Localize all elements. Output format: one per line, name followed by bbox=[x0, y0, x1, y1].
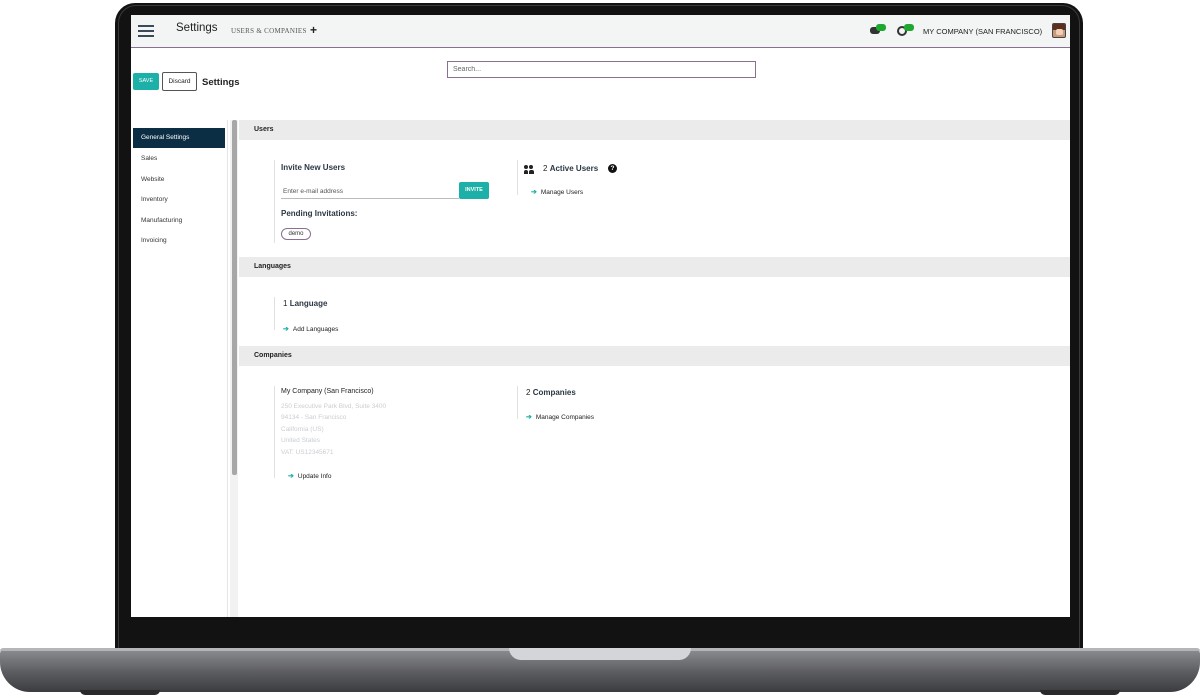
sidebar-item-website[interactable]: Website bbox=[133, 170, 225, 190]
discard-button[interactable]: Discard bbox=[162, 72, 197, 91]
invite-title: Invite New Users bbox=[281, 163, 346, 172]
divider bbox=[274, 160, 275, 243]
update-info-link[interactable]: ➔ Update Info bbox=[288, 465, 331, 483]
add-languages-link[interactable]: ➔ Add Languages bbox=[283, 318, 338, 336]
menu-users-companies[interactable]: USERS & COMPANIES bbox=[231, 27, 307, 35]
add-languages-label[interactable]: Add Languages bbox=[293, 326, 339, 333]
arrow-right-icon: ➔ bbox=[283, 326, 289, 333]
arrow-right-icon: ➔ bbox=[526, 414, 532, 421]
sidebar-item-general-settings[interactable]: General Settings bbox=[133, 128, 225, 148]
avatar[interactable] bbox=[1052, 23, 1066, 38]
search-input[interactable] bbox=[447, 61, 756, 78]
pending-invitations-title: Pending Invitations: bbox=[281, 209, 358, 218]
companies-count: 2 Companies bbox=[526, 388, 576, 397]
top-navbar: Settings USERS & COMPANIES + MY COMPANY … bbox=[131, 15, 1070, 48]
section-header-companies: Companies bbox=[239, 346, 1070, 366]
arrow-right-icon: ➔ bbox=[288, 473, 294, 480]
section-header-languages: Languages bbox=[239, 257, 1070, 277]
company-address-line: 250 Executive Park Blvd, Suite 3400 bbox=[281, 403, 387, 410]
company-address-line: United States bbox=[281, 437, 321, 444]
divider bbox=[274, 386, 275, 478]
email-field[interactable] bbox=[281, 185, 459, 199]
sidebar-item-sales[interactable]: Sales bbox=[133, 149, 225, 169]
scrollbar-thumb[interactable] bbox=[232, 120, 237, 475]
sidebar-item-invoicing[interactable]: Invoicing bbox=[133, 231, 225, 251]
plus-icon[interactable]: + bbox=[310, 23, 317, 37]
manage-users-label[interactable]: Manage Users bbox=[541, 189, 583, 196]
language-number: 1 bbox=[283, 299, 288, 308]
company-address-line: California (US) bbox=[281, 426, 324, 433]
pending-invitation-tag[interactable]: demo bbox=[281, 228, 311, 240]
manage-companies-label[interactable]: Manage Companies bbox=[536, 414, 594, 421]
language-count: 1 Language bbox=[283, 299, 327, 308]
users-icon bbox=[524, 165, 535, 174]
company-switcher[interactable]: MY COMPANY (SAN FRANCISCO) bbox=[923, 27, 1042, 36]
language-label: Language bbox=[289, 299, 328, 308]
manage-companies-link[interactable]: ➔ Manage Companies bbox=[526, 406, 594, 424]
invite-button[interactable]: INVITE bbox=[459, 182, 489, 199]
divider bbox=[517, 386, 518, 419]
divider bbox=[274, 297, 275, 330]
help-icon[interactable]: ? bbox=[608, 164, 617, 173]
laptop-foot-right bbox=[1040, 690, 1120, 695]
laptop-foot-left bbox=[80, 690, 160, 695]
settings-sidebar: General Settings Sales Website Inventory… bbox=[131, 120, 228, 617]
manage-users-link[interactable]: ➔ Manage Users bbox=[531, 181, 583, 199]
chat-icon[interactable] bbox=[870, 24, 887, 36]
companies-label: Companies bbox=[532, 388, 576, 397]
companies-number: 2 bbox=[526, 388, 531, 397]
update-info-label[interactable]: Update Info bbox=[298, 473, 332, 480]
section-header-users: Users bbox=[239, 120, 1070, 140]
app-title[interactable]: Settings bbox=[176, 22, 218, 34]
page-title: Settings bbox=[202, 77, 240, 88]
active-users-number: 2 bbox=[543, 164, 548, 173]
hamburger-menu-icon[interactable] bbox=[138, 25, 154, 37]
active-users-label: Active Users bbox=[549, 164, 599, 173]
sidebar-item-manufacturing[interactable]: Manufacturing bbox=[133, 211, 225, 231]
company-vat: VAT: US12345671 bbox=[281, 449, 334, 456]
sidebar-item-inventory[interactable]: Inventory bbox=[133, 190, 225, 210]
save-button[interactable]: SAVE bbox=[133, 73, 159, 90]
divider bbox=[517, 160, 518, 195]
arrow-right-icon: ➔ bbox=[531, 189, 537, 196]
company-name: My Company (San Francisco) bbox=[281, 388, 374, 395]
active-users-count: 2 Active Users bbox=[543, 164, 598, 173]
app-screen: Settings USERS & COMPANIES + MY COMPANY … bbox=[131, 15, 1070, 617]
company-address-line: 94134 - San Francisco bbox=[281, 414, 347, 421]
laptop-notch bbox=[509, 648, 691, 660]
activity-icon[interactable] bbox=[897, 24, 915, 37]
